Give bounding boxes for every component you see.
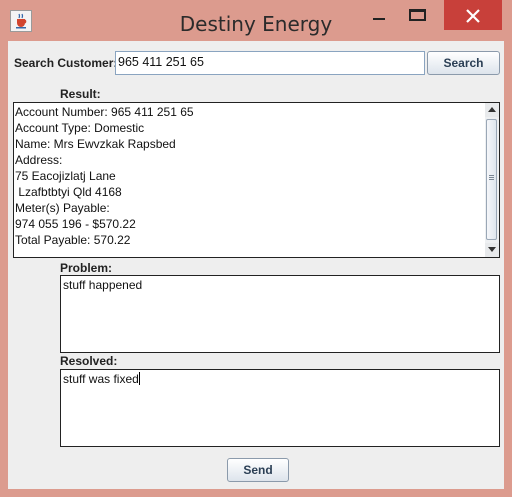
resolved-label: Resolved: xyxy=(60,354,118,368)
problem-label: Problem: xyxy=(60,261,113,275)
result-scrollbar[interactable] xyxy=(485,103,499,257)
arrow-down-icon xyxy=(488,247,496,252)
result-text-area[interactable]: Account Number: 965 411 251 65 Account T… xyxy=(13,102,500,258)
send-button[interactable]: Send xyxy=(227,458,289,482)
maximize-button[interactable] xyxy=(398,0,438,30)
search-button[interactable]: Search xyxy=(427,51,500,75)
close-icon xyxy=(466,9,480,23)
result-text: Account Number: 965 411 251 65 Account T… xyxy=(15,105,194,247)
scroll-down-button[interactable] xyxy=(485,243,499,257)
scroll-thumb[interactable] xyxy=(486,119,497,240)
problem-text-area[interactable]: stuff happened xyxy=(60,275,500,353)
grip-line xyxy=(489,175,494,176)
close-button[interactable] xyxy=(444,0,502,30)
scroll-up-button[interactable] xyxy=(485,103,499,117)
text-caret xyxy=(138,372,140,385)
app-window: Destiny Energy Search Customer: 965 411 … xyxy=(0,0,512,497)
minimize-icon xyxy=(373,18,385,20)
minimize-button[interactable] xyxy=(366,0,392,30)
resolved-text: stuff was fixed xyxy=(63,372,139,386)
maximize-icon xyxy=(409,9,426,21)
grip-line xyxy=(489,179,494,180)
search-input[interactable]: 965 411 251 65 xyxy=(115,51,425,75)
arrow-up-icon xyxy=(488,107,496,112)
resolved-text-area[interactable]: stuff was fixed xyxy=(60,369,500,447)
grip-line xyxy=(489,177,494,178)
problem-text: stuff happened xyxy=(63,278,143,292)
title-bar[interactable]: Destiny Energy xyxy=(0,0,512,40)
result-label: Result: xyxy=(60,87,101,101)
search-customer-label: Search Customer: xyxy=(14,56,118,70)
content-panel: Search Customer: 965 411 251 65 Search R… xyxy=(8,41,504,489)
